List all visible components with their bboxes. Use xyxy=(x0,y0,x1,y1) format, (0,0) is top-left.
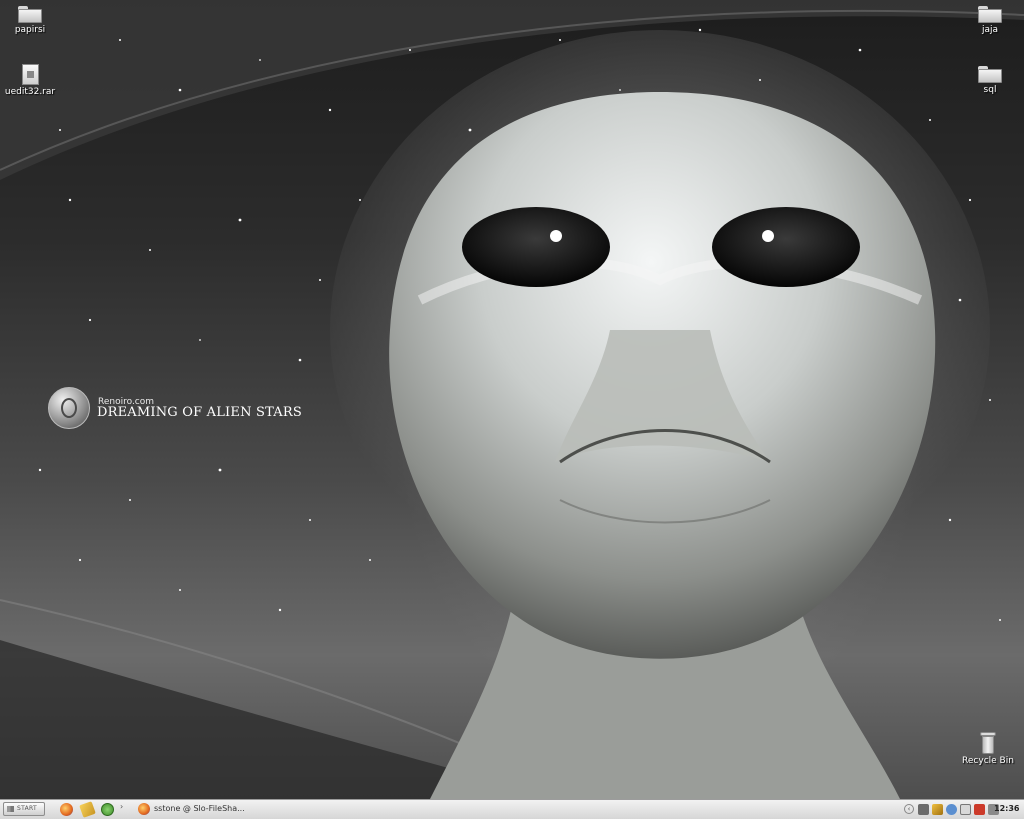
desktop-icon-uedit32-rar[interactable]: uedit32.rar xyxy=(0,64,60,97)
taskbar-window-button[interactable]: sstone @ Slo-FileSha... xyxy=(138,801,388,817)
torrent-icon[interactable] xyxy=(101,803,114,816)
desktop-icon-label: sql xyxy=(983,85,997,95)
taskbar: START › sstone @ Slo-FileSha... ‹ 12:36 xyxy=(0,799,1024,819)
folder-icon xyxy=(978,6,1002,23)
renoiro-logo-icon xyxy=(48,387,90,429)
start-button[interactable]: START xyxy=(3,802,45,816)
monitor-icon[interactable] xyxy=(960,804,971,815)
desktop-icon-recycle-bin[interactable]: Recycle Bin xyxy=(958,732,1018,766)
quick-launch-chevron-icon[interactable]: › xyxy=(120,802,123,811)
tool-icon[interactable] xyxy=(932,804,943,815)
network-icon[interactable] xyxy=(918,804,929,815)
folder-icon xyxy=(18,6,42,23)
desktop-icon-sql[interactable]: sql xyxy=(960,66,1020,95)
firefox-icon xyxy=(138,803,150,815)
desktop-icon-label: papirsi xyxy=(14,25,46,35)
system-tray: ‹ 12:36 xyxy=(900,801,1024,818)
start-label: START xyxy=(17,805,38,812)
firefox-icon[interactable] xyxy=(60,803,73,816)
globe-icon[interactable] xyxy=(946,804,957,815)
desktop-icon-label: Recycle Bin xyxy=(962,756,1014,766)
desktop-icon-label: uedit32.rar xyxy=(4,87,56,97)
tray-expand-icon[interactable]: ‹ xyxy=(904,804,914,814)
clock[interactable]: 12:36 xyxy=(994,804,1019,813)
taskbar-window-label: sstone @ Slo-FileSha... xyxy=(154,804,245,813)
desktop-icon-jaja[interactable]: jaja xyxy=(960,6,1020,35)
rar-file-icon xyxy=(21,64,39,85)
wallpaper-title: DREAMING OF ALIEN STARS xyxy=(97,405,302,420)
desktop-icon-label: jaja xyxy=(981,25,999,35)
recycle-bin-icon xyxy=(980,732,996,754)
pencil-icon[interactable] xyxy=(79,801,96,818)
desktop-icon-papirsi[interactable]: papirsi xyxy=(0,6,60,35)
windows-logo-icon xyxy=(7,806,14,812)
antivirus-icon[interactable] xyxy=(974,804,985,815)
folder-icon xyxy=(978,66,1002,83)
